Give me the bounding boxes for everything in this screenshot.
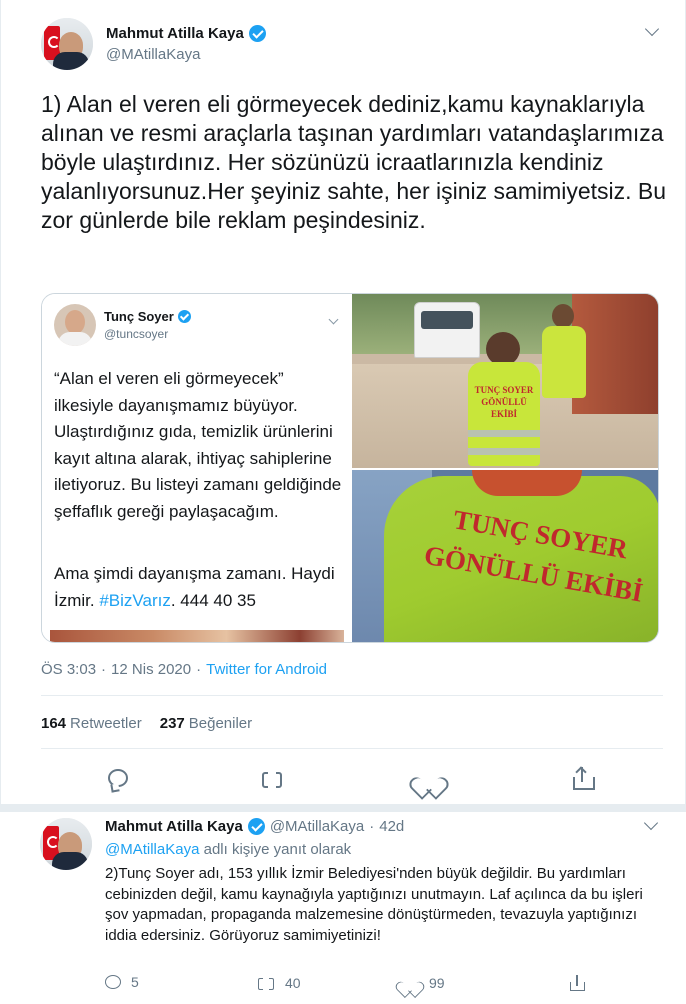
retweet-icon[interactable] <box>260 766 284 790</box>
author-avatar[interactable] <box>41 18 93 70</box>
reply-meta-separator: · <box>369 818 375 835</box>
tweet-time[interactable]: ÖS 3:03 <box>41 661 96 678</box>
quoted-tweet-screenshot: Tunç Soyer @tuncsoyer “Alan el veren eli… <box>42 294 350 642</box>
retweet-count: 164 <box>41 715 67 732</box>
share-icon[interactable] <box>571 766 595 790</box>
reply-reply-count: 5 <box>131 974 139 990</box>
tweet-source-link[interactable]: Twitter for Android <box>206 661 327 678</box>
quoted-author-handle: @tuncsoyer <box>104 327 169 341</box>
reply-retweet-button[interactable]: 40 <box>257 974 301 992</box>
reply-actions: 5 40 99 <box>0 974 686 998</box>
tweet-meta: ÖS 3:03 · 12 Nis 2020 · Twitter for Andr… <box>41 661 327 678</box>
quoted-author-name-row: Tunç Soyer <box>104 309 191 324</box>
author-handle[interactable]: @MAtillaKaya <box>106 46 200 63</box>
photo-volunteers-street[interactable]: TUNÇ SOYER GÖNÜLLÜ EKİBİ <box>352 294 658 468</box>
meta-separator: · <box>101 661 107 678</box>
reply-author-avatar[interactable] <box>40 818 92 870</box>
reply-age[interactable]: 42d <box>379 818 404 835</box>
quoted-author-name: Tunç Soyer <box>104 309 174 324</box>
quoted-verified-badge-icon <box>177 310 191 323</box>
vest-text-line2: GÖNÜLLÜ EKİBİ <box>481 397 527 419</box>
reply-share-button[interactable] <box>568 974 586 992</box>
hashtag-link: #BizVarız <box>99 590 171 610</box>
divider-2 <box>41 748 663 749</box>
verified-badge-icon <box>248 25 266 42</box>
retweet-icon <box>257 974 275 992</box>
reply-retweet-count: 40 <box>285 975 301 991</box>
divider <box>41 695 663 696</box>
reply-author-name[interactable]: Mahmut Atilla Kaya <box>105 818 243 835</box>
quoted-author-avatar <box>54 304 96 346</box>
vest-text-line1: TUNÇ SOYER <box>474 385 534 395</box>
reply-author-row: Mahmut Atilla Kaya @MAtillaKaya · 42d <box>105 818 404 835</box>
reply-to-handle-link[interactable]: @MAtillaKaya <box>105 841 199 858</box>
like-icon[interactable] <box>417 768 439 788</box>
tweet-text: 1) Alan el veren eli görmeyecek dediniz,… <box>41 91 667 233</box>
volunteer-1: TUNÇ SOYER GÖNÜLLÜ EKİBİ <box>464 332 544 468</box>
author-name-row[interactable]: Mahmut Atilla Kaya <box>106 25 266 42</box>
reply-chevron-down-icon[interactable] <box>643 815 659 831</box>
author-name[interactable]: Mahmut Atilla Kaya <box>106 25 244 42</box>
tweet-actions <box>1 760 686 796</box>
likes-stat[interactable]: 237 Beğeniler <box>160 715 252 732</box>
reply-context: @MAtillaKaya adlı kişiye yanıt olarak <box>105 841 351 858</box>
quoted-phone: 444 40 35 <box>180 590 256 610</box>
retweet-label: Retweetler <box>70 715 142 732</box>
quoted-phone-sep: . <box>170 590 181 610</box>
reply-icon[interactable] <box>108 769 128 787</box>
photo-volunteer-vest-closeup[interactable]: TUNÇ SOYER GÖNÜLLÜ EKİBİ <box>352 470 658 642</box>
tweet-separator <box>0 804 686 812</box>
main-tweet: Mahmut Atilla Kaya @MAtillaKaya 1) Alan … <box>0 0 686 808</box>
reply-like-count: 99 <box>429 975 445 991</box>
quoted-media-preview <box>50 630 344 642</box>
reply-like-button[interactable]: 99 <box>401 974 445 992</box>
meta-separator-2: · <box>196 661 202 678</box>
share-icon <box>568 974 586 992</box>
retweets-stat[interactable]: 164 Retweetler <box>41 715 142 732</box>
quoted-tweet-text-2: Ama şimdi dayanışma zamanı. Haydi İzmir.… <box>54 561 346 614</box>
volunteer-2 <box>538 304 590 404</box>
chevron-down-icon[interactable] <box>644 21 660 37</box>
tweet-stats: 164 Retweetler 237 Beğeniler <box>41 715 252 732</box>
reply-reply-button[interactable]: 5 <box>105 974 139 990</box>
reply-author-handle[interactable]: @MAtillaKaya <box>270 818 364 835</box>
like-icon <box>401 974 419 992</box>
reply-verified-badge-icon <box>247 818 265 835</box>
tweet-date[interactable]: 12 Nis 2020 <box>111 661 191 678</box>
like-label: Beğeniler <box>188 715 253 732</box>
reply-to-suffix: adlı kişiye yanıt olarak <box>203 841 352 858</box>
quoted-chevron-down-icon <box>328 314 339 325</box>
quoted-tweet-card[interactable]: Tunç Soyer @tuncsoyer “Alan el veren eli… <box>41 293 659 643</box>
reply-tweet-text: 2)Tunç Soyer adı, 153 yıllık İzmir Beled… <box>105 865 643 944</box>
quoted-tweet-text: “Alan el veren eli görmeyecek” ilkesiyle… <box>54 369 342 521</box>
like-count: 237 <box>159 715 185 732</box>
reply-icon <box>105 975 121 989</box>
